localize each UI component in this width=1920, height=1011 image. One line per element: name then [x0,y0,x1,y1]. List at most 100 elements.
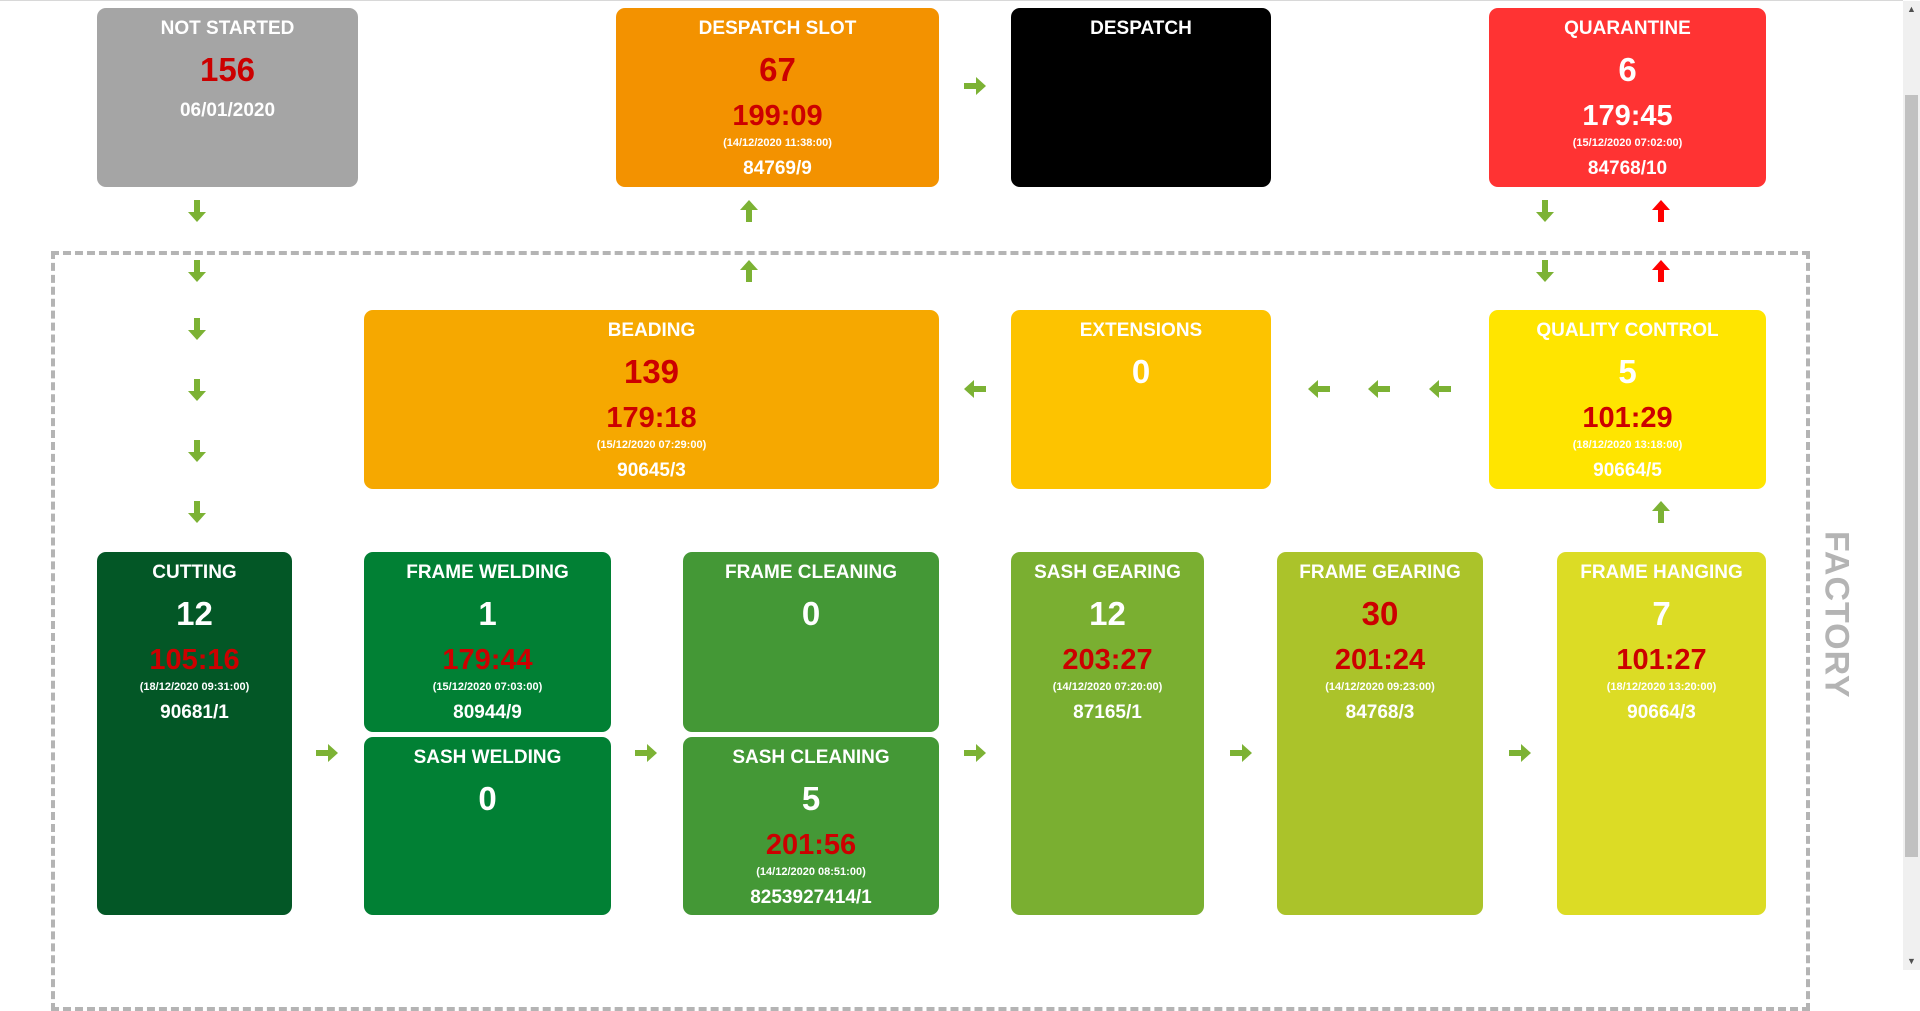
station-title: EXTENSIONS [1079,320,1203,341]
station-order-ref: 80944/9 [453,702,522,723]
station-order-ref: 90664/5 [1593,460,1662,481]
station-title: FRAME WELDING [406,562,569,583]
top-border-line [0,0,1903,1]
station-sash-cleaning[interactable]: SASH CLEANING 5 201:56 (14/12/2020 08:51… [683,737,939,915]
station-title: CUTTING [152,562,237,583]
station-oldest-datetime: (15/12/2020 07:03:00) [432,681,543,693]
station-order-ref: 90645/3 [617,460,686,481]
station-elapsed-time: 179:18 [606,402,697,434]
arrow-left-icon [1426,375,1454,403]
station-despatch[interactable]: DESPATCH [1011,8,1271,187]
station-order-ref: 84769/9 [743,158,812,179]
station-oldest-datetime: (18/12/2020 13:20:00) [1606,681,1717,693]
vertical-scrollbar[interactable]: ▲ ▼ [1903,1,1920,970]
station-elapsed-time: 101:27 [1616,644,1707,676]
arrow-down-icon [1531,197,1559,225]
arrow-up-icon [735,257,763,285]
station-frame-welding[interactable]: FRAME WELDING 1 179:44 (15/12/2020 07:03… [364,552,611,732]
arrow-down-icon [183,197,211,225]
arrow-down-icon [183,257,211,285]
station-despatch-slot[interactable]: DESPATCH SLOT 67 199:09 (14/12/2020 11:3… [616,8,939,187]
station-count: 67 [759,51,796,88]
station-oldest-datetime: (14/12/2020 07:20:00) [1052,681,1163,693]
station-sash-welding[interactable]: SASH WELDING 0 [364,737,611,915]
station-title: FRAME GEARING [1299,562,1461,583]
station-count: 0 [478,780,497,817]
station-elapsed-time: 199:09 [732,100,823,132]
station-title: QUALITY CONTROL [1536,320,1719,341]
station-count: 6 [1618,51,1637,88]
station-frame-cleaning[interactable]: FRAME CLEANING 0 [683,552,939,732]
scroll-thumb[interactable] [1905,95,1918,857]
station-title: NOT STARTED [160,18,295,39]
factory-label: FACTORY [1817,531,1856,699]
station-title: SASH GEARING [1034,562,1181,583]
station-oldest-datetime: (14/12/2020 09:23:00) [1325,681,1435,693]
station-count: 0 [801,595,821,632]
station-title: DESPATCH [1090,18,1192,39]
station-quality-control[interactable]: QUALITY CONTROL 5 101:29 (18/12/2020 13:… [1489,310,1766,489]
station-order-ref: 8253927414/1 [750,887,872,908]
station-oldest-datetime: (14/12/2020 08:51:00) [756,866,866,878]
station-title: FRAME CLEANING [724,562,898,583]
station-beading[interactable]: BEADING 139 179:18 (15/12/2020 07:29:00)… [364,310,939,489]
station-title: DESPATCH SLOT [698,18,857,39]
station-title: SASH CLEANING [732,747,890,768]
station-date: 06/01/2020 [179,100,276,121]
station-elapsed-time: 201:24 [1334,644,1426,676]
station-elapsed-time: 179:45 [1582,100,1673,132]
station-count: 0 [1131,353,1151,390]
station-count: 30 [1361,595,1399,632]
scroll-down-icon[interactable]: ▼ [1903,953,1920,970]
station-elapsed-time: 101:29 [1582,402,1673,434]
station-elapsed-time: 179:44 [442,644,533,676]
station-oldest-datetime: (15/12/2020 07:29:00) [596,439,707,451]
station-not-started[interactable]: NOT STARTED 156 06/01/2020 [97,8,358,187]
station-order-ref: 90681/1 [160,702,229,723]
arrow-left-icon [1365,375,1393,403]
arrow-up-red-icon [1647,197,1675,225]
station-count: 156 [199,51,256,88]
station-title: BEADING [607,320,696,341]
station-order-ref: 90664/3 [1627,702,1696,723]
arrow-down-icon [183,437,211,465]
station-cutting[interactable]: CUTTING 12 105:16 (18/12/2020 09:31:00) … [97,552,292,915]
scroll-up-icon[interactable]: ▲ [1903,1,1920,18]
station-count: 12 [176,595,213,632]
station-frame-gearing[interactable]: FRAME GEARING 30 201:24 (14/12/2020 09:2… [1277,552,1483,915]
station-order-ref: 84768/10 [1587,158,1668,179]
station-quarantine[interactable]: QUARANTINE 6 179:45 (15/12/2020 07:02:00… [1489,8,1766,187]
station-count: 139 [623,353,680,390]
station-oldest-datetime: (18/12/2020 09:31:00) [139,681,250,693]
arrow-up-red-icon [1647,257,1675,285]
arrow-right-icon [1506,739,1534,767]
station-oldest-datetime: (15/12/2020 07:02:00) [1572,137,1683,149]
station-extensions[interactable]: EXTENSIONS 0 [1011,310,1271,489]
arrow-right-icon [961,739,989,767]
arrow-right-icon [632,739,660,767]
station-oldest-datetime: (18/12/2020 13:18:00) [1572,439,1683,451]
arrow-down-icon [1531,257,1559,285]
station-elapsed-time: 105:16 [149,644,240,676]
arrow-down-icon [183,315,211,343]
station-title: FRAME HANGING [1580,562,1743,583]
arrow-left-icon [961,375,989,403]
station-frame-hanging[interactable]: FRAME HANGING 7 101:27 (18/12/2020 13:20… [1557,552,1766,915]
station-count: 7 [1652,595,1671,632]
station-count: 5 [801,780,821,817]
station-count: 1 [478,595,497,632]
arrow-down-icon [183,498,211,526]
arrow-left-icon [1305,375,1333,403]
station-order-ref: 84768/3 [1345,702,1415,723]
station-elapsed-time: 201:56 [765,829,857,861]
arrow-down-icon [183,376,211,404]
station-title: SASH WELDING [413,747,562,768]
station-oldest-datetime: (14/12/2020 11:38:00) [723,137,832,149]
station-order-ref: 87165/1 [1073,702,1142,723]
arrow-right-icon [961,72,989,100]
station-sash-gearing[interactable]: SASH GEARING 12 203:27 (14/12/2020 07:20… [1011,552,1204,915]
arrow-right-icon [1227,739,1255,767]
arrow-right-icon [313,739,341,767]
arrow-up-icon [1647,498,1675,526]
station-title: QUARANTINE [1564,18,1691,39]
